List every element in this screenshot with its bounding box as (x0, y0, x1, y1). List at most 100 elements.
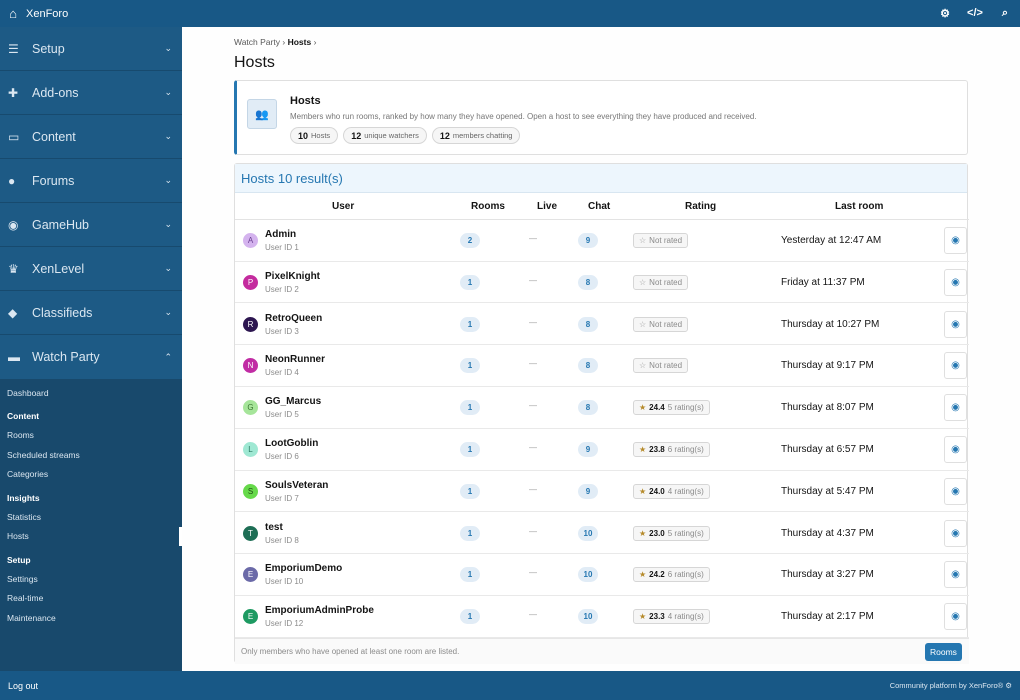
trophy-icon: ♛ (8, 261, 19, 276)
view-icon[interactable]: ◉ (944, 603, 967, 631)
sliders-icon: ☰ (8, 41, 19, 56)
view-icon[interactable]: ◉ (944, 477, 967, 505)
user-id: User ID 12 (265, 619, 304, 629)
username-link[interactable]: EmporiumAdminProbe (265, 605, 374, 616)
live-value: — (529, 317, 537, 327)
info-title: Hosts (290, 95, 321, 107)
sidebar-section-setup[interactable]: ☰ Setup ⌄ (0, 27, 182, 71)
rating-label: 6 rating(s) (667, 570, 704, 580)
view-icon[interactable]: ◉ (944, 352, 967, 380)
column-headers: User Rooms Live Chat Rating Last room (235, 194, 969, 220)
breadcrumb-hosts[interactable]: Hosts (288, 37, 312, 47)
view-icon[interactable]: ◉ (944, 519, 967, 547)
search-icon[interactable]: ⌕ (990, 7, 1020, 20)
avatar[interactable]: E (243, 609, 258, 625)
chevron-down-icon: ⌄ (164, 263, 172, 273)
subnav-maintenance[interactable]: Maintenance (0, 608, 182, 628)
star-icon: ★ (639, 486, 647, 496)
logout-link[interactable]: Log out (8, 681, 38, 691)
view-icon[interactable]: ◉ (944, 394, 967, 422)
sidebar-section-forums[interactable]: ● Forums ⌄ (0, 159, 182, 203)
star-icon: ★ (639, 528, 647, 538)
avatar[interactable]: S (243, 483, 258, 499)
sidebar-section-addons[interactable]: ✚ Add-ons ⌄ (0, 71, 182, 115)
user-id: User ID 4 (265, 368, 299, 378)
star-icon: ★ (639, 445, 647, 454)
rating-badge: ☆ Not rated (633, 274, 689, 290)
view-icon[interactable]: ◉ (944, 227, 967, 254)
avatar[interactable]: N (243, 358, 258, 374)
table-row: S SoulsVeteran User ID 7 1 — 9 ★ 24.0 4 rating(s… (235, 471, 969, 513)
gears-icon[interactable]: ⚙ (930, 7, 960, 20)
avatar[interactable]: E (243, 567, 258, 583)
sidebar-section-watch-party[interactable]: ▬ Watch Party ⌃ (0, 335, 182, 379)
subnav-realtime[interactable]: Real-time (0, 589, 182, 609)
view-icon[interactable]: ◉ (944, 436, 967, 463)
username-link[interactable]: GG_Marcus (265, 396, 321, 407)
rooms-button[interactable]: Rooms (925, 643, 962, 661)
avatar[interactable]: G (243, 400, 258, 416)
col-chat: Chat (588, 201, 611, 212)
breadcrumb-watch-party[interactable]: Watch Party (234, 37, 280, 47)
subnav-hosts[interactable]: Hosts (0, 526, 182, 547)
subnav-dashboard[interactable]: Dashboard (0, 383, 182, 403)
rating-label: 6 rating(s) (667, 445, 704, 454)
user-id: User ID 6 (265, 452, 299, 461)
code-icon[interactable]: </> (960, 7, 990, 20)
live-value: — (529, 401, 537, 411)
username-link[interactable]: LootGoblin (265, 438, 318, 449)
settings-icon[interactable]: ⚙ (1005, 681, 1012, 690)
subnav-rooms[interactable]: Rooms (0, 426, 182, 446)
brand-link[interactable]: XenForo (26, 8, 68, 20)
footer-note: Only members who have opened at least on… (241, 647, 460, 656)
last-room: Friday at 11:37 PM (781, 276, 865, 288)
chevron-down-icon: ⌄ (164, 219, 172, 229)
user-id: User ID 5 (265, 410, 299, 420)
star-icon: ☆ (639, 319, 647, 329)
live-value: — (529, 526, 537, 536)
rating-badge: ★ 23.3 4 rating(s) (633, 609, 710, 625)
user-id: User ID 3 (265, 326, 299, 336)
user-id: User ID 8 (265, 535, 299, 545)
puzzle-icon: ✚ (8, 85, 19, 100)
sidebar-section-xenlevel[interactable]: ♛ XenLevel ⌄ (0, 247, 182, 291)
subnav-insights-header: Insights (7, 492, 40, 503)
username-link[interactable]: SoulsVeteran (265, 480, 328, 491)
star-icon: ☆ (639, 236, 647, 245)
sidebar-section-content[interactable]: ▭ Content ⌄ (0, 115, 182, 159)
avatar[interactable]: A (243, 233, 258, 248)
live-value: — (529, 484, 537, 494)
username-link[interactable]: test (265, 522, 283, 533)
rating-label: Not rated (649, 319, 683, 329)
monitor-icon: ▬ (8, 350, 20, 364)
avatar[interactable]: P (243, 274, 258, 290)
sidebar-section-gamehub[interactable]: ◉ GameHub ⌄ (0, 203, 182, 247)
view-icon[interactable]: ◉ (944, 561, 967, 589)
chat-badge: 9 (578, 442, 598, 457)
avatar[interactable]: L (243, 442, 258, 457)
home-icon[interactable]: ⌂ (0, 6, 26, 21)
username-link[interactable]: EmporiumDemo (265, 563, 342, 574)
username-link[interactable]: NeonRunner (265, 354, 325, 365)
rating-value: 23.8 (649, 445, 665, 454)
view-icon[interactable]: ◉ (944, 310, 967, 338)
subnav-statistics[interactable]: Statistics (0, 507, 182, 527)
username-link[interactable]: Admin (265, 229, 296, 240)
subnav-categories[interactable]: Categories (0, 465, 182, 485)
live-value: — (529, 568, 537, 578)
username-link[interactable]: PixelKnight (265, 271, 320, 282)
rooms-badge: 2 (460, 233, 480, 248)
subnav-settings[interactable]: Settings (0, 569, 182, 589)
last-room: Thursday at 9:17 PM (781, 360, 874, 372)
rooms-badge: 1 (460, 442, 480, 457)
star-icon: ★ (639, 570, 647, 580)
username-link[interactable]: RetroQueen (265, 313, 322, 324)
subnav-scheduled-streams[interactable]: Scheduled streams (0, 445, 182, 465)
avatar[interactable]: R (243, 316, 258, 332)
subnav-setup-header: Setup (7, 554, 31, 565)
avatar[interactable]: T (243, 525, 258, 541)
hosts-table: Hosts 10 result(s) User Rooms Live Chat … (234, 163, 969, 664)
sidebar-section-classifieds[interactable]: ◆ Classifieds ⌄ (0, 291, 182, 335)
view-icon[interactable]: ◉ (944, 268, 967, 296)
table-footer: Only members who have opened at least on… (235, 638, 969, 664)
